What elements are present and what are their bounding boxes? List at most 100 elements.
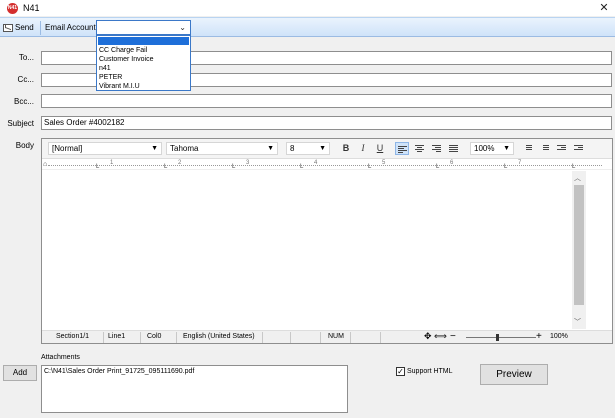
zoom-slider-thumb[interactable] bbox=[496, 334, 499, 341]
ruler-label: 7 bbox=[518, 160, 522, 166]
tab-stop-icon[interactable]: L bbox=[164, 164, 167, 170]
tab-stop-icon[interactable]: L bbox=[300, 164, 303, 170]
close-button[interactable]: ✕ bbox=[597, 1, 611, 15]
dropdown-option[interactable]: Customer Invoice bbox=[99, 55, 153, 64]
dropdown-option[interactable]: CC Charge Fail bbox=[99, 46, 147, 55]
scroll-down-icon[interactable]: ﹀ bbox=[574, 317, 581, 327]
font-value: Tahoma bbox=[170, 144, 199, 153]
ruler-label: 4 bbox=[314, 160, 318, 166]
status-language: English (United States) bbox=[183, 333, 255, 340]
align-center-button[interactable] bbox=[412, 142, 426, 155]
tab-stop-icon[interactable]: L bbox=[436, 164, 439, 170]
underline-button[interactable]: U bbox=[373, 142, 387, 155]
status-divider bbox=[350, 332, 351, 343]
subject-label: Subject bbox=[7, 119, 34, 128]
numbered-list-button[interactable] bbox=[520, 142, 534, 155]
dropdown-option[interactable]: Vibrant M.I.U bbox=[99, 82, 140, 91]
zoom-slider-track[interactable] bbox=[466, 337, 536, 338]
preview-button[interactable]: Preview bbox=[480, 364, 548, 385]
email-account-select[interactable]: ⌄ bbox=[96, 20, 191, 35]
zoom-fit-icon[interactable]: ⟺ bbox=[434, 331, 447, 342]
envelope-icon bbox=[3, 23, 13, 32]
email-account-label: Email Account bbox=[45, 23, 96, 32]
style-select[interactable]: [Normal] ▼ bbox=[48, 142, 162, 155]
dropdown-option[interactable]: PETER bbox=[99, 73, 122, 82]
vertical-scrollbar[interactable]: ︿ ﹀ bbox=[572, 171, 586, 329]
to-label[interactable]: To... bbox=[0, 53, 34, 62]
toolbar-divider bbox=[40, 21, 41, 35]
caret-down-icon: ▼ bbox=[267, 145, 274, 152]
tab-stop-icon[interactable]: L bbox=[232, 164, 235, 170]
caret-down-icon: ▼ bbox=[503, 145, 510, 152]
tab-stop-icon[interactable]: L bbox=[96, 164, 99, 170]
scroll-up-icon[interactable]: ︿ bbox=[574, 173, 581, 183]
zoom-select[interactable]: 100% ▼ bbox=[470, 142, 514, 155]
attachment-item[interactable]: C:\N41\Sales Order Print_91725_095111690… bbox=[44, 368, 345, 375]
font-size-select[interactable]: 8 ▼ bbox=[286, 142, 330, 155]
bold-button[interactable]: B bbox=[339, 142, 353, 155]
tab-stop-icon[interactable]: L bbox=[504, 164, 507, 170]
status-divider bbox=[262, 332, 263, 343]
ruler[interactable]: ⌂ 1 2 3 4 5 6 7 L L L L L L L L bbox=[42, 160, 612, 170]
attachments-list[interactable]: C:\N41\Sales Order Print_91725_095111690… bbox=[41, 365, 348, 413]
status-divider bbox=[290, 332, 291, 343]
align-right-button[interactable] bbox=[429, 142, 443, 155]
ruler-label: 5 bbox=[382, 160, 386, 166]
ruler-label: 6 bbox=[450, 160, 454, 166]
format-toolbar: [Normal] ▼ Tahoma ▼ 8 ▼ B I U 100% ▼ bbox=[42, 139, 612, 159]
document-area[interactable] bbox=[42, 171, 573, 329]
support-html-option[interactable]: ✓ Support HTML bbox=[396, 367, 453, 376]
ruler-label: 3 bbox=[246, 160, 250, 166]
align-left-button[interactable] bbox=[395, 142, 409, 155]
body-editor: [Normal] ▼ Tahoma ▼ 8 ▼ B I U 100% ▼ ⌂ 1… bbox=[41, 138, 613, 344]
status-divider bbox=[140, 332, 141, 343]
toolbar: Send Email Account ⌄ bbox=[0, 17, 615, 37]
zoom-out-button[interactable]: − bbox=[450, 331, 456, 342]
caret-down-icon: ▼ bbox=[319, 145, 326, 152]
bcc-label[interactable]: Bcc... bbox=[0, 97, 34, 106]
zoom-pan-icon[interactable]: ✥ bbox=[424, 331, 432, 342]
bullet-list-icon bbox=[540, 145, 549, 150]
send-button[interactable]: Send bbox=[3, 20, 37, 35]
ruler-label: 1 bbox=[110, 160, 114, 166]
support-html-label: Support HTML bbox=[407, 368, 453, 375]
dropdown-option[interactable]: n41 bbox=[99, 64, 111, 73]
status-line: Line1 bbox=[108, 333, 126, 340]
italic-button[interactable]: I bbox=[356, 142, 370, 155]
bullet-list-button[interactable] bbox=[537, 142, 551, 155]
status-divider bbox=[320, 332, 321, 343]
bcc-input[interactable] bbox=[41, 94, 612, 108]
chevron-down-icon: ⌄ bbox=[179, 23, 186, 32]
attachments-label: Attachments bbox=[41, 354, 80, 361]
indent-button[interactable] bbox=[571, 142, 585, 155]
align-center-icon bbox=[414, 145, 424, 152]
scrollbar-thumb[interactable] bbox=[574, 185, 584, 305]
zoom-value: 100% bbox=[474, 144, 495, 153]
add-attachment-button[interactable]: Add bbox=[3, 365, 37, 381]
tab-stop-icon[interactable]: L bbox=[572, 164, 575, 170]
status-col: Col0 bbox=[147, 333, 162, 340]
font-select[interactable]: Tahoma ▼ bbox=[166, 142, 278, 155]
outdent-icon bbox=[556, 145, 566, 150]
dropdown-highlighted-item[interactable] bbox=[98, 37, 189, 45]
status-zoom-percent: 100% bbox=[550, 333, 568, 340]
outdent-button[interactable] bbox=[554, 142, 568, 155]
zoom-in-button[interactable]: + bbox=[536, 331, 542, 342]
justify-icon bbox=[448, 145, 458, 152]
status-section: Section1/1 bbox=[56, 333, 90, 340]
tab-stop-icon[interactable]: L bbox=[368, 164, 371, 170]
subject-input[interactable]: Sales Order #4002182 bbox=[41, 116, 612, 130]
indent-icon bbox=[573, 145, 583, 150]
indent-marker-icon[interactable]: ⌂ bbox=[43, 161, 47, 168]
cc-label[interactable]: Cc... bbox=[0, 75, 34, 84]
status-divider bbox=[380, 332, 381, 343]
email-account-dropdown[interactable]: CC Charge Fail Customer Invoice n41 PETE… bbox=[96, 35, 191, 91]
support-html-checkbox[interactable]: ✓ bbox=[396, 367, 405, 376]
font-size-value: 8 bbox=[290, 144, 295, 153]
window-title: N41 bbox=[23, 3, 40, 13]
status-num-lock: NUM bbox=[328, 333, 344, 340]
app-logo-icon: N41 bbox=[7, 3, 18, 14]
style-value: [Normal] bbox=[52, 144, 83, 153]
justify-button[interactable] bbox=[446, 142, 460, 155]
ruler-label: 2 bbox=[178, 160, 182, 166]
